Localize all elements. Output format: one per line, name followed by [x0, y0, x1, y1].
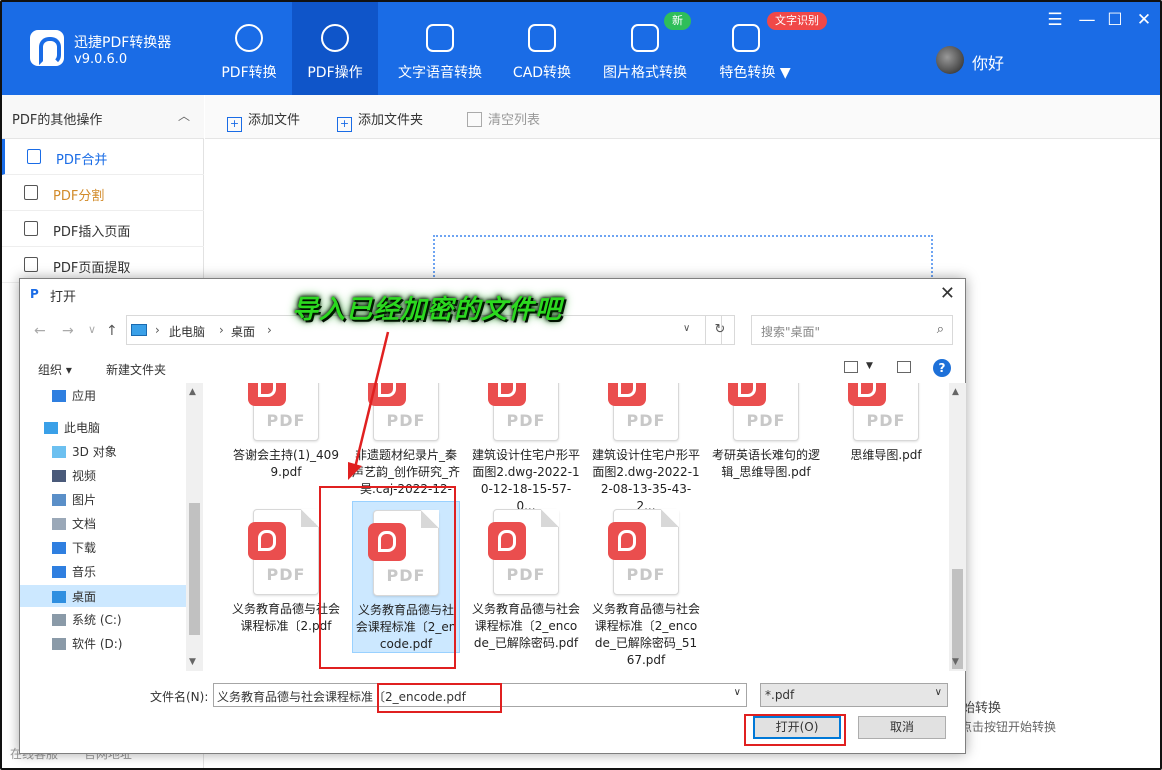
highlight-selected-file — [319, 486, 456, 669]
highlight-filename — [377, 683, 502, 713]
highlight-open-button — [744, 714, 846, 746]
app-window: 迅捷PDF转换器 v9.0.6.0 PDF转换 PDF操作 文字语音转换 CAD… — [0, 0, 1162, 770]
annotation-arrow — [352, 331, 390, 473]
annotation-arrowhead — [348, 462, 362, 480]
annotation-overlay — [348, 331, 390, 480]
